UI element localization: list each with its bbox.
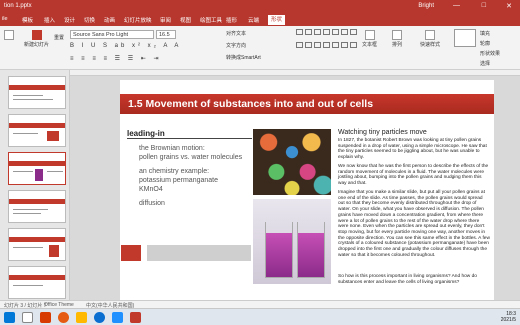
paragraph[interactable]: We now know that he was the first person… [338,164,490,187]
menu-drawing-tools[interactable]: 绘图工具 [200,16,222,24]
quick-style-button[interactable]: 快速样式 [420,30,440,48]
quick-style-icon [425,30,435,40]
slide-thumbnail[interactable] [8,228,66,261]
slide-thumbnails-panel[interactable] [0,70,70,300]
menu-slideshow[interactable]: 幻灯片放映 [124,16,152,24]
close-button[interactable]: ✕ [506,2,512,10]
slide-thumbnail[interactable] [8,266,66,299]
arrange-icon [392,30,402,40]
new-slide-icon [31,30,42,40]
slide-thumbnail[interactable] [8,76,66,109]
paragraph[interactable]: So how is this process important in livi… [338,274,490,285]
reset-button[interactable]: 重置 [54,34,64,41]
format-buttons-row[interactable]: B I U S ab x² x₂ A A [70,43,181,49]
bullet-text[interactable]: pollen grains vs. water molecules [139,153,242,162]
minimize-button[interactable]: — [453,2,460,9]
heading-divider [127,138,252,139]
fill-button[interactable]: 填充 [480,30,490,37]
leading-in-heading[interactable]: leading-in [127,129,165,138]
decor-red-square [121,245,141,261]
bullet-text[interactable]: diffusion [139,199,165,208]
bullet-text[interactable]: an chemistry example: [139,167,209,176]
diffusion-bottles-image[interactable] [253,199,331,284]
title-bar: tion 1.pptx Bright — □ ✕ [0,0,520,14]
menu-design[interactable]: 设计 [64,16,75,24]
menu-bar: ile 模板 插入 设计 切换 动画 幻灯片放映 审阅 视图 绘图工具 插形 云… [0,14,520,26]
slide-thumbnail-selected[interactable] [8,152,66,185]
text-box-icon [364,30,375,40]
powerpoint-icon[interactable] [130,312,141,323]
menu-transition[interactable]: 切换 [84,16,95,24]
text-box-label: 文本框 [362,42,378,48]
align-text-button[interactable]: 对齐文本 [226,30,246,37]
folder-icon[interactable] [76,312,87,323]
horizontal-ruler [70,70,520,76]
slide-title[interactable]: 1.5 Movement of substances into and out … [128,98,373,110]
text-direction-button[interactable]: 文字方向 [226,42,246,49]
paragraph[interactable]: Imagine that you make a similar slide, b… [338,190,490,258]
paste-button[interactable] [4,30,14,41]
outline-button[interactable]: 轮廓 [480,40,490,47]
arrange-button[interactable]: 排列 [392,30,402,48]
search-icon[interactable] [22,312,33,323]
select-button[interactable]: 选择 [480,60,490,67]
shape-effect-button[interactable]: 形状效果 [480,50,500,57]
bullet-text[interactable]: KMnO4 [139,185,163,194]
slide-thumbnail[interactable] [8,190,66,223]
office-icon[interactable] [40,312,51,323]
menu-cloud[interactable]: 云端 [248,16,259,24]
current-slide[interactable]: 1.5 Movement of substances into and out … [120,80,494,300]
menu-template[interactable]: 模板 [22,16,33,24]
menu-file[interactable]: ile [2,16,8,22]
paste-icon [4,30,14,40]
status-bar: 幻灯片 3 / 幻灯片 7 Office Theme 中文(中华人民共和国) [0,300,520,309]
system-clock[interactable]: 18:3 2021/5 [501,311,516,323]
quick-style-label: 快速样式 [420,42,441,48]
user-name[interactable]: Bright [418,3,434,9]
maximize-button[interactable]: □ [482,2,486,9]
firefox-icon[interactable] [58,312,69,323]
slide-canvas[interactable]: 1.5 Movement of substances into and out … [70,70,520,300]
ribbon: 新建幻灯片 重置 Source Sans Pro Light 16.5 B I … [0,26,520,70]
clock-date: 2021/5 [500,317,516,323]
slide-thumbnail[interactable] [8,114,66,147]
window-title: tion 1.pptx [4,3,32,9]
menu-review[interactable]: 审阅 [160,16,171,24]
font-size-select[interactable]: 16.5 [156,30,176,39]
slide-title-bar: 1.5 Movement of substances into and out … [120,94,494,114]
pollen-grains-image[interactable] [253,129,331,195]
taskbar: 18:3 2021/5 [0,308,520,325]
app-icon[interactable] [112,312,123,323]
right-column-title[interactable]: Watching tiny particles move [338,129,427,136]
text-box-button[interactable]: 文本框 [362,30,377,48]
menu-shape-insert[interactable]: 插形 [226,16,237,24]
bullet-text[interactable]: the Brownian motion: [139,144,205,153]
browser-icon[interactable] [94,312,105,323]
convert-smartart-button[interactable]: 转换成SmartArt [226,54,261,61]
menu-insert[interactable]: 插入 [44,16,55,24]
layout-preview[interactable] [454,29,476,47]
paragraph-buttons-row[interactable]: ≡ ≡ ≡ ≡ ☰ ☰ ⇤ ⇥ [70,55,162,62]
decor-gray-bar [147,245,251,261]
font-name-select[interactable]: Source Sans Pro Light [70,30,154,39]
beaker-right [297,222,325,278]
new-slide-button[interactable]: 新建幻灯片 [24,30,49,48]
menu-view[interactable]: 视图 [180,16,191,24]
shape-gallery[interactable] [296,29,357,53]
beaker-left [265,222,293,278]
start-icon[interactable] [4,312,15,323]
menu-animation[interactable]: 动画 [104,16,115,24]
bullet-text[interactable]: potassium permanganate [139,176,218,185]
paragraph[interactable]: In 1827, the botanist Robert Brown was l… [338,138,490,161]
menu-shape-format[interactable]: 形状 [268,15,286,25]
new-slide-label: 新建幻灯片 [24,42,50,48]
arrange-label: 排列 [392,42,403,48]
